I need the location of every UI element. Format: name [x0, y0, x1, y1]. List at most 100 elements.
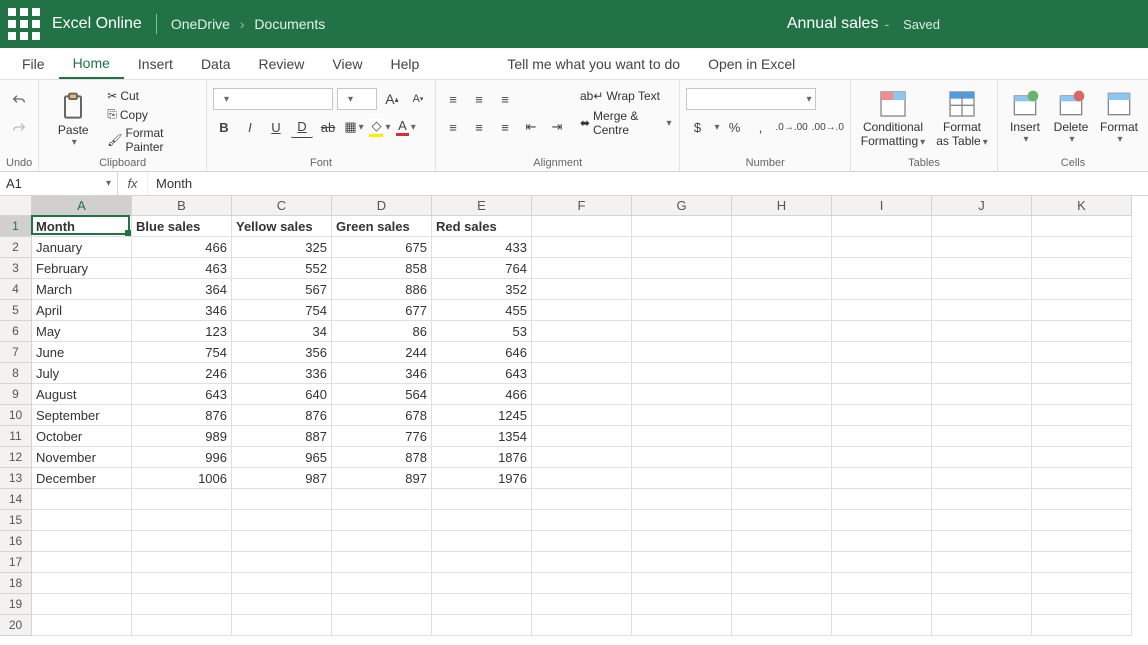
cell-E17[interactable] — [432, 552, 532, 573]
fill-color-button[interactable]: ◇▾ — [369, 116, 391, 138]
cell-E1[interactable]: Red sales — [432, 216, 532, 237]
cell-A8[interactable]: July — [32, 363, 132, 384]
cell-G14[interactable] — [632, 489, 732, 510]
cell-C15[interactable] — [232, 510, 332, 531]
cell-B6[interactable]: 123 — [132, 321, 232, 342]
cell-H6[interactable] — [732, 321, 832, 342]
cell-E15[interactable] — [432, 510, 532, 531]
insert-cells-button[interactable]: Insert▾ — [1004, 86, 1046, 147]
cell-J3[interactable] — [932, 258, 1032, 279]
comma-button[interactable]: , — [750, 116, 772, 138]
cell-H5[interactable] — [732, 300, 832, 321]
cell-E18[interactable] — [432, 573, 532, 594]
cell-B17[interactable] — [132, 552, 232, 573]
cell-A15[interactable] — [32, 510, 132, 531]
cell-J15[interactable] — [932, 510, 1032, 531]
strikethrough-button[interactable]: ab — [317, 116, 339, 138]
cell-B18[interactable] — [132, 573, 232, 594]
align-right-button[interactable]: ≡ — [494, 116, 516, 138]
col-header-G[interactable]: G — [632, 196, 732, 216]
menu-view[interactable]: View — [318, 48, 376, 79]
cell-E20[interactable] — [432, 615, 532, 636]
cell-K20[interactable] — [1032, 615, 1132, 636]
col-header-D[interactable]: D — [332, 196, 432, 216]
cell-E8[interactable]: 643 — [432, 363, 532, 384]
cell-D14[interactable] — [332, 489, 432, 510]
cell-I3[interactable] — [832, 258, 932, 279]
col-header-H[interactable]: H — [732, 196, 832, 216]
cell-C9[interactable]: 640 — [232, 384, 332, 405]
cell-A3[interactable]: February — [32, 258, 132, 279]
cell-I16[interactable] — [832, 531, 932, 552]
cell-A7[interactable]: June — [32, 342, 132, 363]
font-name-combo[interactable]: ▾ — [213, 88, 333, 110]
app-launcher-icon[interactable] — [8, 8, 40, 40]
cell-J1[interactable] — [932, 216, 1032, 237]
cell-E5[interactable]: 455 — [432, 300, 532, 321]
cell-K7[interactable] — [1032, 342, 1132, 363]
cell-D17[interactable] — [332, 552, 432, 573]
breadcrumb-root[interactable]: OneDrive — [171, 16, 230, 32]
number-format-combo[interactable]: ▾ — [686, 88, 816, 110]
cell-B5[interactable]: 346 — [132, 300, 232, 321]
cell-D4[interactable]: 886 — [332, 279, 432, 300]
cell-I14[interactable] — [832, 489, 932, 510]
cell-H15[interactable] — [732, 510, 832, 531]
borders-button[interactable]: ▦▾ — [343, 116, 365, 138]
paste-button[interactable]: Paste▾ — [45, 84, 101, 155]
cell-H3[interactable] — [732, 258, 832, 279]
cell-A20[interactable] — [32, 615, 132, 636]
cell-A16[interactable] — [32, 531, 132, 552]
cell-F11[interactable] — [532, 426, 632, 447]
decrease-indent-button[interactable]: ⇤ — [520, 116, 542, 138]
align-left-button[interactable]: ≡ — [442, 116, 464, 138]
formula-input[interactable]: Month — [148, 172, 1148, 195]
cell-D2[interactable]: 675 — [332, 237, 432, 258]
cell-D10[interactable]: 678 — [332, 405, 432, 426]
cell-E7[interactable]: 646 — [432, 342, 532, 363]
cell-A17[interactable] — [32, 552, 132, 573]
cell-E11[interactable]: 1354 — [432, 426, 532, 447]
cell-K3[interactable] — [1032, 258, 1132, 279]
align-middle-button[interactable]: ≡ — [468, 88, 490, 110]
cell-F19[interactable] — [532, 594, 632, 615]
cell-J5[interactable] — [932, 300, 1032, 321]
row-header-20[interactable]: 20 — [0, 615, 32, 636]
cell-F5[interactable] — [532, 300, 632, 321]
cell-E13[interactable]: 1976 — [432, 468, 532, 489]
cell-I9[interactable] — [832, 384, 932, 405]
cell-K12[interactable] — [1032, 447, 1132, 468]
col-header-J[interactable]: J — [932, 196, 1032, 216]
cell-F6[interactable] — [532, 321, 632, 342]
cell-H7[interactable] — [732, 342, 832, 363]
cell-I17[interactable] — [832, 552, 932, 573]
increase-indent-button[interactable]: ⇥ — [546, 116, 568, 138]
cell-G6[interactable] — [632, 321, 732, 342]
cell-J13[interactable] — [932, 468, 1032, 489]
cell-A1[interactable]: Month — [32, 216, 132, 237]
cell-C8[interactable]: 336 — [232, 363, 332, 384]
cell-F1[interactable] — [532, 216, 632, 237]
currency-button[interactable]: $ — [686, 116, 708, 138]
underline-button[interactable]: U — [265, 116, 287, 138]
increase-decimal-button[interactable]: .0→.00 — [776, 116, 808, 138]
cell-G15[interactable] — [632, 510, 732, 531]
cell-J4[interactable] — [932, 279, 1032, 300]
cell-B19[interactable] — [132, 594, 232, 615]
cell-I5[interactable] — [832, 300, 932, 321]
cell-F20[interactable] — [532, 615, 632, 636]
cell-F12[interactable] — [532, 447, 632, 468]
cell-I20[interactable] — [832, 615, 932, 636]
cell-G12[interactable] — [632, 447, 732, 468]
row-header-11[interactable]: 11 — [0, 426, 32, 447]
cell-E2[interactable]: 433 — [432, 237, 532, 258]
cell-I10[interactable] — [832, 405, 932, 426]
document-title[interactable]: Annual sales — [787, 15, 879, 33]
cell-K10[interactable] — [1032, 405, 1132, 426]
grow-font-button[interactable]: A▴ — [381, 88, 403, 110]
cell-E19[interactable] — [432, 594, 532, 615]
cell-H9[interactable] — [732, 384, 832, 405]
cell-C5[interactable]: 754 — [232, 300, 332, 321]
cell-A18[interactable] — [32, 573, 132, 594]
align-bottom-button[interactable]: ≡ — [494, 88, 516, 110]
